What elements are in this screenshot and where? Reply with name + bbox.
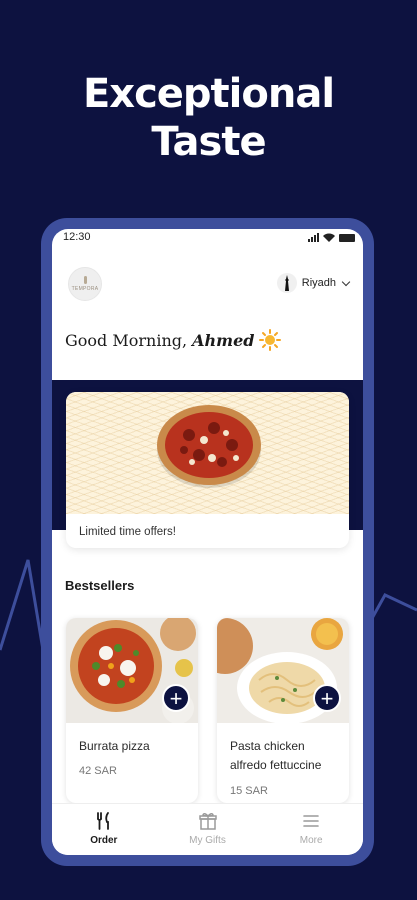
offer-label: Limited time offers! bbox=[79, 526, 176, 538]
tab-my-gifts[interactable]: My Gifts bbox=[156, 804, 260, 855]
city-label: Riyadh bbox=[301, 277, 336, 289]
product-name: Burrata pizza bbox=[79, 739, 150, 753]
battery-icon bbox=[339, 234, 355, 242]
status-time: 12:30 bbox=[63, 231, 91, 243]
pizza-image bbox=[157, 405, 261, 488]
headline-line-2: Taste bbox=[151, 119, 266, 165]
product-price: 42 SAR bbox=[79, 765, 117, 777]
greeting: Good Morning, Ahmed bbox=[65, 329, 282, 351]
logo-text: TEMPORA bbox=[71, 286, 99, 292]
headline: Exceptional Taste bbox=[0, 70, 417, 166]
product-card-burrata-pizza[interactable]: + Burrata pizza 42 SAR bbox=[66, 618, 198, 803]
product-price: 15 SAR bbox=[230, 785, 268, 797]
greeting-prefix: Good Morning, bbox=[65, 330, 188, 350]
sun-icon bbox=[259, 329, 282, 351]
bestsellers-title: Bestsellers bbox=[65, 578, 135, 593]
tab-label: More bbox=[299, 835, 323, 846]
tab-label: My Gifts bbox=[189, 835, 226, 846]
status-bar: 12:30 bbox=[52, 229, 363, 247]
product-name: Pasta chicken alfredo fettuccine bbox=[230, 739, 322, 772]
signal-icon bbox=[308, 233, 319, 242]
tab-order[interactable]: Order bbox=[52, 804, 156, 855]
phone-frame: 12:30 TEMPORA Riyadh Good Morning, Ahmed… bbox=[41, 218, 374, 866]
offer-image bbox=[66, 392, 349, 514]
add-to-cart-button[interactable]: + bbox=[162, 684, 190, 712]
bottom-tab-bar: Order My Gifts More bbox=[52, 803, 363, 855]
menu-icon bbox=[303, 815, 319, 827]
user-name: Ahmed bbox=[192, 330, 255, 350]
city-selector[interactable]: Riyadh bbox=[276, 273, 351, 293]
landmark-icon bbox=[276, 273, 297, 293]
gift-icon bbox=[198, 812, 217, 830]
restaurant-logo[interactable]: TEMPORA bbox=[68, 267, 102, 301]
app-screen: 12:30 TEMPORA Riyadh Good Morning, Ahmed… bbox=[52, 229, 363, 855]
chevron-down-icon bbox=[341, 277, 351, 286]
fork-knife-icon bbox=[96, 812, 109, 830]
tab-label: Order bbox=[90, 835, 118, 846]
wifi-icon bbox=[323, 233, 335, 242]
tab-more[interactable]: More bbox=[259, 804, 363, 855]
add-to-cart-button[interactable]: + bbox=[313, 684, 341, 712]
product-card-pasta-alfredo[interactable]: + Pasta chicken alfredo fettuccine 15 SA… bbox=[217, 618, 349, 803]
headline-line-1: Exceptional bbox=[82, 71, 335, 117]
offer-card[interactable]: Limited time offers! bbox=[66, 392, 349, 548]
